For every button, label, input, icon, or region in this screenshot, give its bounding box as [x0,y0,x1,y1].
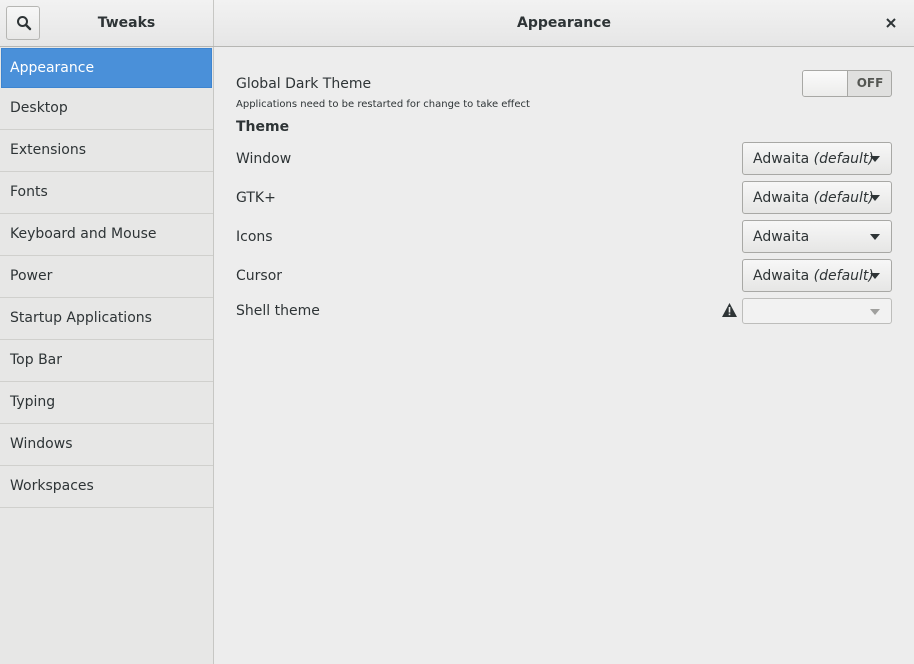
cursor-theme-dropdown[interactable]: Adwaita (default) [742,259,892,292]
sidebar-item-desktop[interactable]: Desktop [0,88,213,130]
icons-theme-label: Icons [236,229,273,245]
cursor-theme-value: Adwaita (default) [753,268,874,284]
app-title: Tweaks [97,15,156,31]
chevron-down-icon [870,273,880,279]
sidebar-item-keyboard-and-mouse[interactable]: Keyboard and Mouse [0,214,213,256]
sidebar: Appearance Desktop Extensions Fonts Keyb… [0,47,214,664]
dark-theme-switch[interactable]: OFF [802,70,892,97]
chevron-down-icon [870,156,880,162]
sidebar-item-workspaces[interactable]: Workspaces [0,466,213,508]
shell-theme-label: Shell theme [236,303,320,319]
gtk-theme-label: GTK+ [236,190,276,206]
shell-theme-dropdown[interactable] [742,298,892,324]
window-theme-label: Window [236,151,292,167]
close-icon [886,18,896,28]
sidebar-header: Tweaks [0,0,214,46]
cursor-theme-label: Cursor [236,268,283,284]
warning-icon [722,303,737,317]
header-bar: Tweaks Appearance [0,0,914,47]
switch-knob [803,71,848,96]
content-panel: Global Dark Theme Applications need to b… [215,47,914,664]
dark-theme-label: Global Dark Theme [236,76,372,92]
page-title: Appearance [517,15,611,31]
switch-state-label: OFF [856,76,884,90]
close-button[interactable] [882,14,900,32]
search-button[interactable] [6,6,40,40]
sidebar-item-appearance[interactable]: Appearance [1,48,212,88]
sidebar-item-startup-applications[interactable]: Startup Applications [0,298,213,340]
icons-theme-value: Adwaita [753,229,810,245]
search-icon [17,16,32,31]
sidebar-item-fonts[interactable]: Fonts [0,172,213,214]
chevron-down-icon [870,234,880,240]
gtk-theme-value: Adwaita (default) [753,190,874,206]
chevron-down-icon [870,309,880,315]
gtk-theme-dropdown[interactable]: Adwaita (default) [742,181,892,214]
sidebar-item-windows[interactable]: Windows [0,424,213,466]
chevron-down-icon [870,195,880,201]
window-theme-dropdown[interactable]: Adwaita (default) [742,142,892,175]
sidebar-item-typing[interactable]: Typing [0,382,213,424]
theme-section-title: Theme [236,119,290,135]
dark-theme-note: Applications need to be restarted for ch… [236,99,530,110]
sidebar-item-power[interactable]: Power [0,256,213,298]
icons-theme-dropdown[interactable]: Adwaita [742,220,892,253]
sidebar-item-top-bar[interactable]: Top Bar [0,340,213,382]
sidebar-item-extensions[interactable]: Extensions [0,130,213,172]
window-theme-value: Adwaita (default) [753,151,874,167]
